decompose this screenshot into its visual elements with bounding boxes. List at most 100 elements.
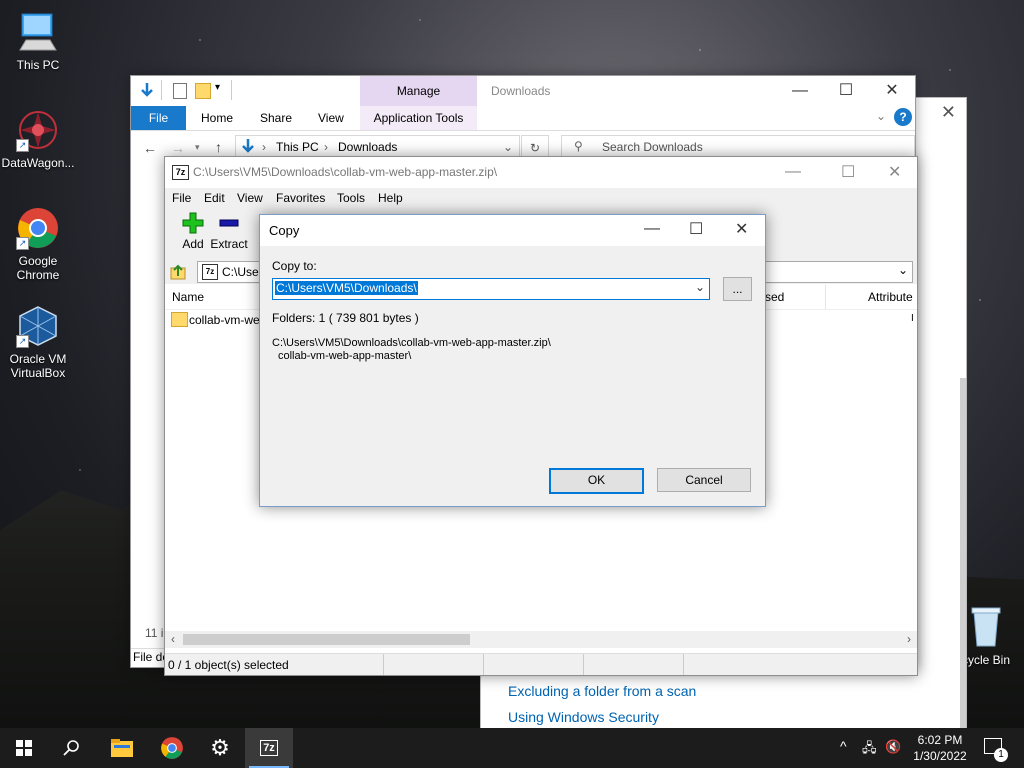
desktop-icon-this-pc[interactable]: This PC bbox=[0, 10, 76, 72]
extract-button[interactable]: Extract bbox=[209, 212, 249, 251]
shortcut-arrow-icon: ↗ bbox=[16, 139, 29, 152]
desktop-icon-google-chrome[interactable]: ↗ Google Chrome bbox=[0, 206, 76, 282]
menu-view[interactable]: View bbox=[237, 191, 263, 205]
breadcrumb-this-pc[interactable]: This PC bbox=[276, 140, 319, 154]
link-using-windows-security[interactable]: Using Windows Security bbox=[508, 709, 659, 725]
link-excluding-folder[interactable]: Excluding a folder from a scan bbox=[508, 683, 696, 699]
desktop-icon-label: cycle Bin bbox=[962, 653, 1011, 667]
shortcut-arrow-icon: ↗ bbox=[16, 335, 29, 348]
up-folder-icon[interactable] bbox=[169, 263, 187, 284]
add-button[interactable]: Add bbox=[173, 212, 213, 251]
close-icon[interactable]: ✕ bbox=[869, 76, 915, 106]
folder-icon bbox=[111, 739, 133, 757]
search-button[interactable] bbox=[48, 728, 96, 768]
scroll-right-icon[interactable]: › bbox=[907, 632, 911, 646]
shortcut-arrow-icon: ↗ bbox=[16, 237, 29, 250]
column-name[interactable]: Name bbox=[172, 290, 204, 304]
menu-help[interactable]: Help bbox=[378, 191, 403, 205]
folders-info: Folders: 1 ( 739 801 bytes ) bbox=[272, 311, 419, 325]
scroll-left-icon[interactable]: ‹ bbox=[171, 632, 175, 646]
menu-tools[interactable]: Tools bbox=[337, 191, 365, 205]
cancel-button[interactable]: Cancel bbox=[657, 468, 751, 492]
taskbar-7zip[interactable]: 7z bbox=[245, 728, 293, 768]
taskbar-settings[interactable]: ⚙ bbox=[196, 728, 244, 768]
chrome-icon: ↗ bbox=[16, 206, 60, 250]
status-selection: 0 / 1 object(s) selected bbox=[168, 658, 289, 672]
desktop-icon-label: DataWagon... bbox=[1, 156, 75, 170]
column-modified[interactable]: sed bbox=[765, 290, 784, 304]
tab-manage[interactable]: Manage bbox=[360, 76, 477, 106]
ok-button[interactable]: OK bbox=[549, 468, 644, 494]
tab-share[interactable]: Share bbox=[260, 111, 292, 125]
clock-time: 6:02 PM bbox=[917, 733, 963, 747]
up-icon[interactable]: ↑ bbox=[215, 139, 222, 155]
taskbar-file-explorer[interactable] bbox=[98, 728, 146, 768]
show-hidden-icons-icon[interactable]: ^ bbox=[840, 738, 847, 754]
menu-edit[interactable]: Edit bbox=[204, 191, 225, 205]
minimize-icon[interactable]: — bbox=[777, 76, 823, 106]
scroll-thumb[interactable] bbox=[183, 634, 470, 645]
close-icon[interactable]: ✕ bbox=[941, 102, 956, 123]
destination-dropdown-icon[interactable]: ⌄ bbox=[695, 280, 705, 294]
destination-combobox[interactable]: C:\Users\VM5\Downloads\ ⌄ bbox=[272, 278, 710, 300]
desktop-icon-label: Google Chrome bbox=[16, 254, 60, 282]
tab-home[interactable]: Home bbox=[201, 111, 233, 125]
windows-icon bbox=[16, 740, 32, 756]
volume-muted-icon[interactable]: 🔇 bbox=[885, 739, 901, 755]
dialog-titlebar: Copy — ☐ ✕ bbox=[260, 215, 765, 246]
recent-locations-icon[interactable]: ▾ bbox=[195, 142, 200, 153]
desktop-icon-datawagon[interactable]: ↗ DataWagon... bbox=[0, 108, 76, 170]
close-icon[interactable]: ✕ bbox=[888, 162, 901, 182]
tab-application-tools[interactable]: Application Tools bbox=[360, 106, 477, 130]
add-label: Add bbox=[182, 237, 204, 251]
search-placeholder: Search Downloads bbox=[602, 140, 703, 154]
new-folder-icon[interactable] bbox=[195, 83, 211, 99]
desktop-icon-virtualbox[interactable]: ↗ Oracle VM VirtualBox bbox=[0, 304, 76, 380]
menu-favorites[interactable]: Favorites bbox=[276, 191, 325, 205]
close-icon[interactable]: ✕ bbox=[735, 219, 748, 239]
column-attributes[interactable]: Attribute bbox=[868, 290, 913, 304]
list-item-name: collab-vm-we bbox=[189, 313, 260, 327]
help-icon[interactable]: ? bbox=[894, 108, 912, 126]
maximize-icon[interactable]: ☐ bbox=[823, 76, 869, 106]
search-icon bbox=[63, 740, 79, 756]
tab-file[interactable]: File bbox=[131, 106, 186, 130]
copy-dialog: Copy — ☐ ✕ Copy to: C:\Users\VM5\Downloa… bbox=[259, 214, 766, 507]
address-dropdown-icon[interactable]: ⌄ bbox=[503, 140, 513, 154]
source-path-line-2: collab-vm-web-app-master\ bbox=[278, 350, 412, 362]
tab-view[interactable]: View bbox=[318, 111, 344, 125]
start-button[interactable] bbox=[0, 728, 48, 768]
minimize-icon[interactable]: — bbox=[785, 163, 801, 181]
maximize-icon[interactable]: ☐ bbox=[689, 219, 703, 239]
status-bar: 0 / 1 object(s) selected bbox=[165, 653, 917, 675]
collapse-ribbon-icon[interactable]: ⌄ bbox=[876, 109, 886, 123]
quick-access-dropdown-icon[interactable]: ▾ bbox=[215, 82, 220, 93]
recycle-bin-icon bbox=[964, 604, 1008, 648]
copy-to-label: Copy to: bbox=[272, 259, 317, 273]
menu-bar: File Edit View Favorites Tools Help bbox=[165, 188, 917, 208]
properties-icon[interactable] bbox=[173, 83, 187, 99]
menu-file[interactable]: File bbox=[172, 191, 191, 205]
back-icon[interactable]: ← bbox=[143, 140, 157, 156]
network-icon[interactable]: 🖧 bbox=[862, 739, 877, 761]
minimize-icon[interactable]: — bbox=[644, 220, 660, 238]
datawagon-icon: ↗ bbox=[16, 108, 60, 152]
forward-icon[interactable]: → bbox=[171, 140, 185, 156]
clock-date: 1/30/2022 bbox=[913, 749, 967, 763]
source-path-line-1: C:\Users\VM5\Downloads\collab-vm-web-app… bbox=[272, 337, 551, 349]
item-count: 11 i bbox=[145, 626, 164, 640]
down-arrow-icon[interactable] bbox=[139, 82, 155, 101]
window-title: C:\Users\VM5\Downloads\collab-vm-web-app… bbox=[193, 165, 498, 179]
destination-path-input[interactable]: C:\Users\VM5\Downloads\ bbox=[275, 281, 418, 295]
path-dropdown-icon[interactable]: ⌄ bbox=[898, 263, 908, 277]
maximize-icon[interactable]: ☐ bbox=[841, 162, 855, 182]
notification-badge: 1 bbox=[994, 748, 1008, 762]
clock[interactable]: 6:02 PM 1/30/2022 bbox=[904, 732, 976, 764]
browse-button[interactable]: ... bbox=[723, 277, 752, 301]
desktop-icon-label: Oracle VM VirtualBox bbox=[9, 352, 67, 380]
ribbon-tabs: Home Share View ⌄ ? bbox=[131, 106, 915, 131]
scrollbar[interactable] bbox=[960, 378, 966, 728]
horizontal-scrollbar[interactable]: ‹ › bbox=[165, 631, 917, 648]
breadcrumb-downloads[interactable]: Downloads bbox=[338, 140, 397, 154]
taskbar-chrome[interactable] bbox=[148, 728, 196, 768]
